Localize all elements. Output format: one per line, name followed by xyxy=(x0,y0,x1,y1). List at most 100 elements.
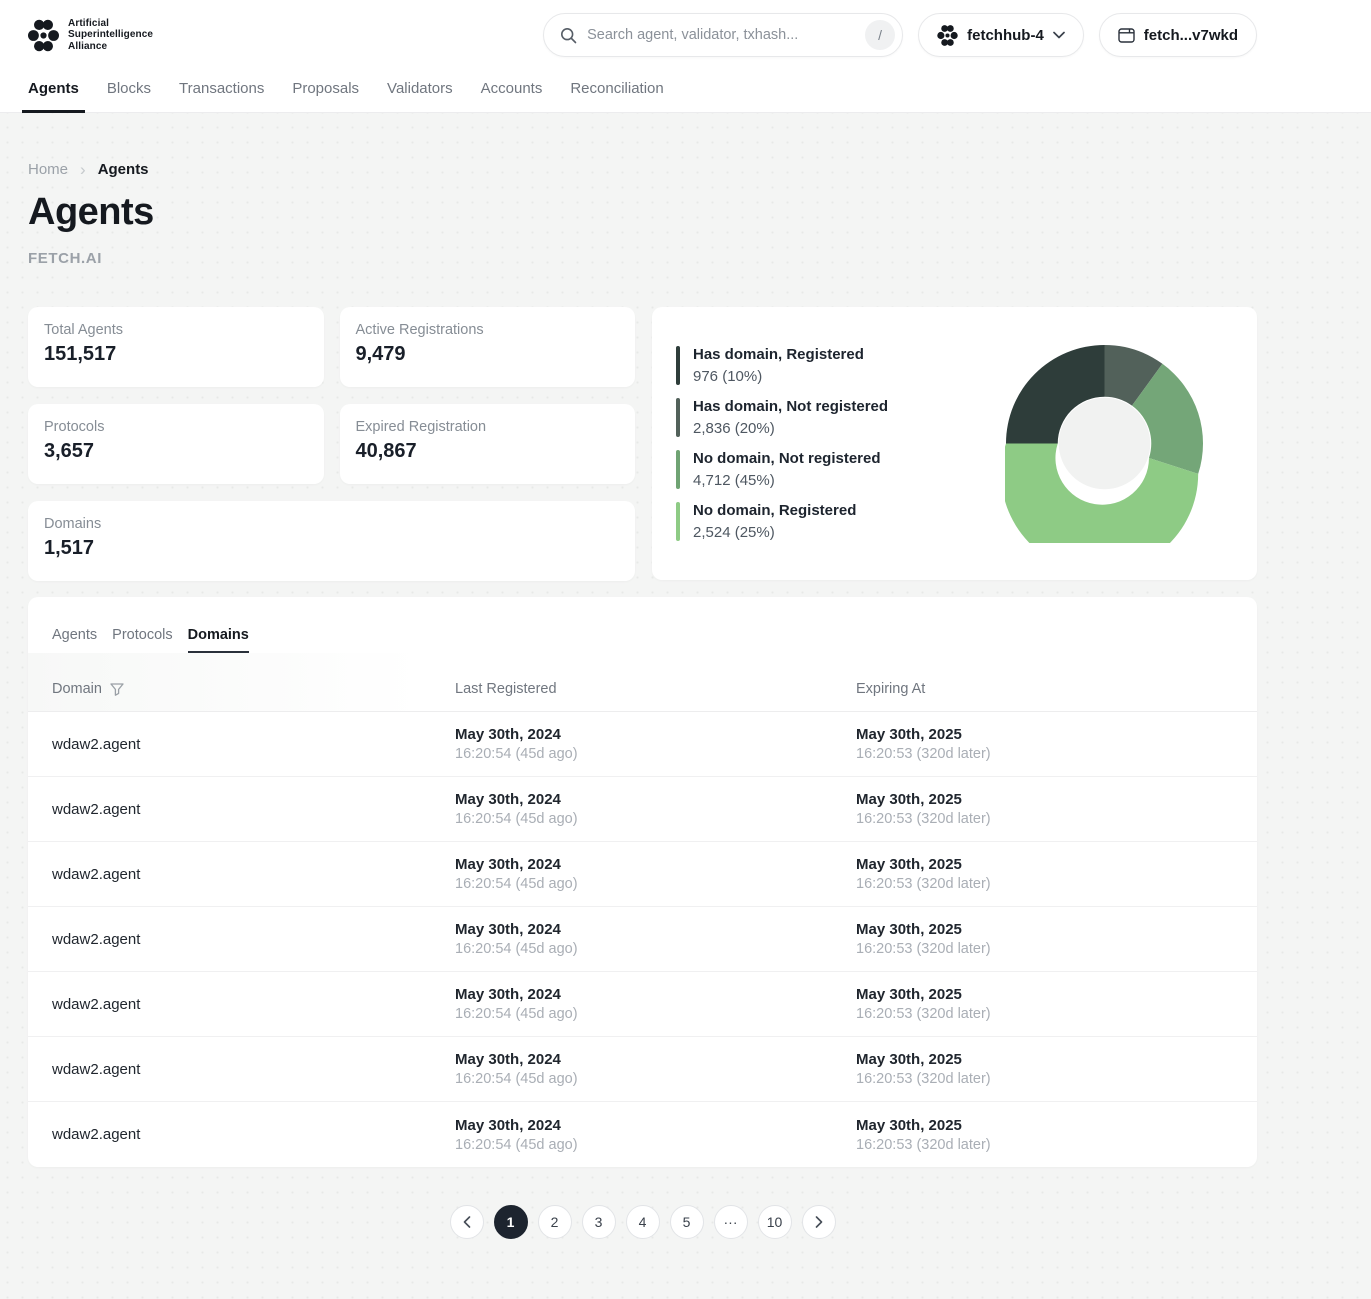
nav-item[interactable]: Reconciliation xyxy=(570,80,663,112)
domain-cell: wdaw2.agent xyxy=(52,930,141,948)
nav-item[interactable]: Proposals xyxy=(292,80,359,112)
search-icon xyxy=(560,27,577,44)
table-row[interactable]: wdaw2.agent May 30th, 2024 16:20:54 (45d… xyxy=(28,842,1257,907)
table-tab[interactable]: Agents xyxy=(52,627,97,653)
domains-table-card: Agents Protocols Domains Domain Last Reg… xyxy=(28,597,1257,1167)
legend-value: 2,836 (20%) xyxy=(693,420,775,437)
brand-logo[interactable]: Artificial Superintelligence Alliance xyxy=(28,18,153,53)
legend-label: No domain, Registered xyxy=(693,502,857,519)
pagination-prev-button[interactable] xyxy=(449,1205,484,1239)
table-body: wdaw2.agent May 30th, 2024 16:20:54 (45d… xyxy=(28,712,1257,1167)
domain-cell: wdaw2.agent xyxy=(52,800,141,818)
table-header-row: Domain Last Registered Expiring At xyxy=(28,653,1257,712)
search-shortcut-badge: / xyxy=(865,20,896,50)
table-row[interactable]: wdaw2.agent May 30th, 2024 16:20:54 (45d… xyxy=(28,712,1257,777)
table-row[interactable]: wdaw2.agent May 30th, 2024 16:20:54 (45d… xyxy=(28,1102,1257,1167)
legend-color-bar xyxy=(676,398,680,437)
legend-item[interactable]: No domain, Registered 2,524 (25%) xyxy=(676,502,888,541)
expiring-at-cell: May 30th, 2025 16:20:53 (320d later) xyxy=(856,856,991,892)
network-selector-button[interactable]: fetchhub-4 xyxy=(918,13,1084,57)
expiring-at-cell: May 30th, 2025 16:20:53 (320d later) xyxy=(856,726,991,762)
legend-item[interactable]: Has domain, Registered 976 (10%) xyxy=(676,346,888,385)
table-row[interactable]: wdaw2.agent May 30th, 2024 16:20:54 (45d… xyxy=(28,907,1257,972)
last-registered-cell: May 30th, 2024 16:20:54 (45d ago) xyxy=(455,986,578,1022)
nav-item[interactable]: Agents xyxy=(22,80,85,113)
expiring-at-cell: May 30th, 2025 16:20:53 (320d later) xyxy=(856,791,991,827)
domain-cell: wdaw2.agent xyxy=(52,1060,141,1078)
legend-item[interactable]: Has domain, Not registered 2,836 (20%) xyxy=(676,398,888,437)
stat-label: Total Agents xyxy=(44,322,123,338)
wallet-button[interactable]: fetch...v7wkd xyxy=(1098,13,1257,57)
brand-name: Artificial Superintelligence Alliance xyxy=(68,17,154,52)
domain-cell: wdaw2.agent xyxy=(52,865,141,883)
legend-color-bar xyxy=(676,346,680,385)
breadcrumb: Home › Agents xyxy=(28,161,1257,178)
legend-color-bar xyxy=(676,450,680,489)
domain-cell: wdaw2.agent xyxy=(52,1126,141,1143)
column-header-expiring-at: Expiring At xyxy=(856,681,926,697)
table-tab[interactable]: Domains xyxy=(187,627,250,653)
pagination-page-button[interactable]: ··· xyxy=(713,1205,748,1239)
legend-label: No domain, Not registered xyxy=(693,450,881,467)
wallet-icon xyxy=(1118,27,1135,43)
last-registered-cell: May 30th, 2024 16:20:54 (45d ago) xyxy=(455,921,578,957)
pagination-page-button[interactable]: 2 xyxy=(537,1205,572,1239)
main-content: Home › Agents Agents FETCH.AI Total Agen… xyxy=(28,161,1257,1239)
table-row[interactable]: wdaw2.agent May 30th, 2024 16:20:54 (45d… xyxy=(28,972,1257,1037)
asi-logo-icon xyxy=(28,18,59,53)
nav-item[interactable]: Blocks xyxy=(107,80,151,112)
pagination-page-button[interactable]: 1 xyxy=(493,1205,528,1239)
stat-card-domains: Domains 1,517 xyxy=(28,501,635,581)
last-registered-cell: May 30th, 2024 16:20:54 (45d ago) xyxy=(455,791,578,827)
filter-icon[interactable] xyxy=(110,682,124,696)
pagination-page-button[interactable]: 4 xyxy=(625,1205,660,1239)
pagination-next-button[interactable] xyxy=(801,1205,836,1239)
asi-network-icon xyxy=(937,24,958,47)
stat-label: Protocols xyxy=(44,419,105,435)
donut-chart xyxy=(1005,344,1204,543)
stat-label: Expired Registration xyxy=(355,419,487,435)
chevron-left-icon xyxy=(463,1216,471,1228)
stat-value: 40,867 xyxy=(355,440,417,462)
last-registered-cell: May 30th, 2024 16:20:54 (45d ago) xyxy=(455,1051,578,1087)
nav-item[interactable]: Transactions xyxy=(179,80,264,112)
main-nav: Agents Blocks Transactions Proposals Val… xyxy=(22,80,1257,113)
wallet-address-label: fetch...v7wkd xyxy=(1143,26,1238,44)
stat-value: 9,479 xyxy=(355,343,406,365)
legend-item[interactable]: No domain, Not registered 4,712 (45%) xyxy=(676,450,888,489)
domain-cell: wdaw2.agent xyxy=(52,735,141,753)
stat-card-total-agents: Total Agents 151,517 xyxy=(28,307,324,387)
table-row[interactable]: wdaw2.agent May 30th, 2024 16:20:54 (45d… xyxy=(28,1037,1257,1102)
stat-value: 151,517 xyxy=(44,343,117,365)
expiring-at-cell: May 30th, 2025 16:20:53 (320d later) xyxy=(856,1116,991,1153)
column-header-last-registered: Last Registered xyxy=(455,681,557,697)
legend-value: 4,712 (45%) xyxy=(693,472,775,489)
chart-legend: Has domain, Registered 976 (10%) Has dom… xyxy=(676,346,888,541)
column-header-domain: Domain xyxy=(52,681,102,697)
legend-value: 2,524 (25%) xyxy=(693,524,775,541)
search-bar[interactable]: / xyxy=(543,13,904,57)
breadcrumb-home-link[interactable]: Home xyxy=(28,161,68,178)
breadcrumb-current: Agents xyxy=(97,161,149,178)
pagination-page-button[interactable]: 10 xyxy=(757,1205,792,1239)
last-registered-cell: May 30th, 2024 16:20:54 (45d ago) xyxy=(455,726,578,762)
stat-value: 1,517 xyxy=(44,537,95,559)
pagination-page-button[interactable]: 3 xyxy=(581,1205,616,1239)
legend-label: Has domain, Not registered xyxy=(693,398,889,415)
expiring-at-cell: May 30th, 2025 16:20:53 (320d later) xyxy=(856,1051,991,1087)
pagination-page-button[interactable]: 5 xyxy=(669,1205,704,1239)
table-row[interactable]: wdaw2.agent May 30th, 2024 16:20:54 (45d… xyxy=(28,777,1257,842)
search-input[interactable] xyxy=(587,27,856,43)
page-title: Agents xyxy=(28,191,154,233)
stat-cards: Total Agents 151,517 Active Registration… xyxy=(28,307,635,581)
stat-card-expired-registration: Expired Registration 40,867 xyxy=(339,404,635,484)
last-registered-cell: May 30th, 2024 16:20:54 (45d ago) xyxy=(455,1116,578,1153)
domain-registration-chart-card: Has domain, Registered 976 (10%) Has dom… xyxy=(652,307,1257,580)
expiring-at-cell: May 30th, 2025 16:20:53 (320d later) xyxy=(856,986,991,1022)
expiring-at-cell: May 30th, 2025 16:20:53 (320d later) xyxy=(856,921,991,957)
nav-item[interactable]: Accounts xyxy=(481,80,543,112)
chevron-down-icon xyxy=(1052,31,1065,39)
table-tab[interactable]: Protocols xyxy=(112,627,172,653)
nav-item[interactable]: Validators xyxy=(387,80,453,112)
donut-hole xyxy=(1058,397,1151,490)
